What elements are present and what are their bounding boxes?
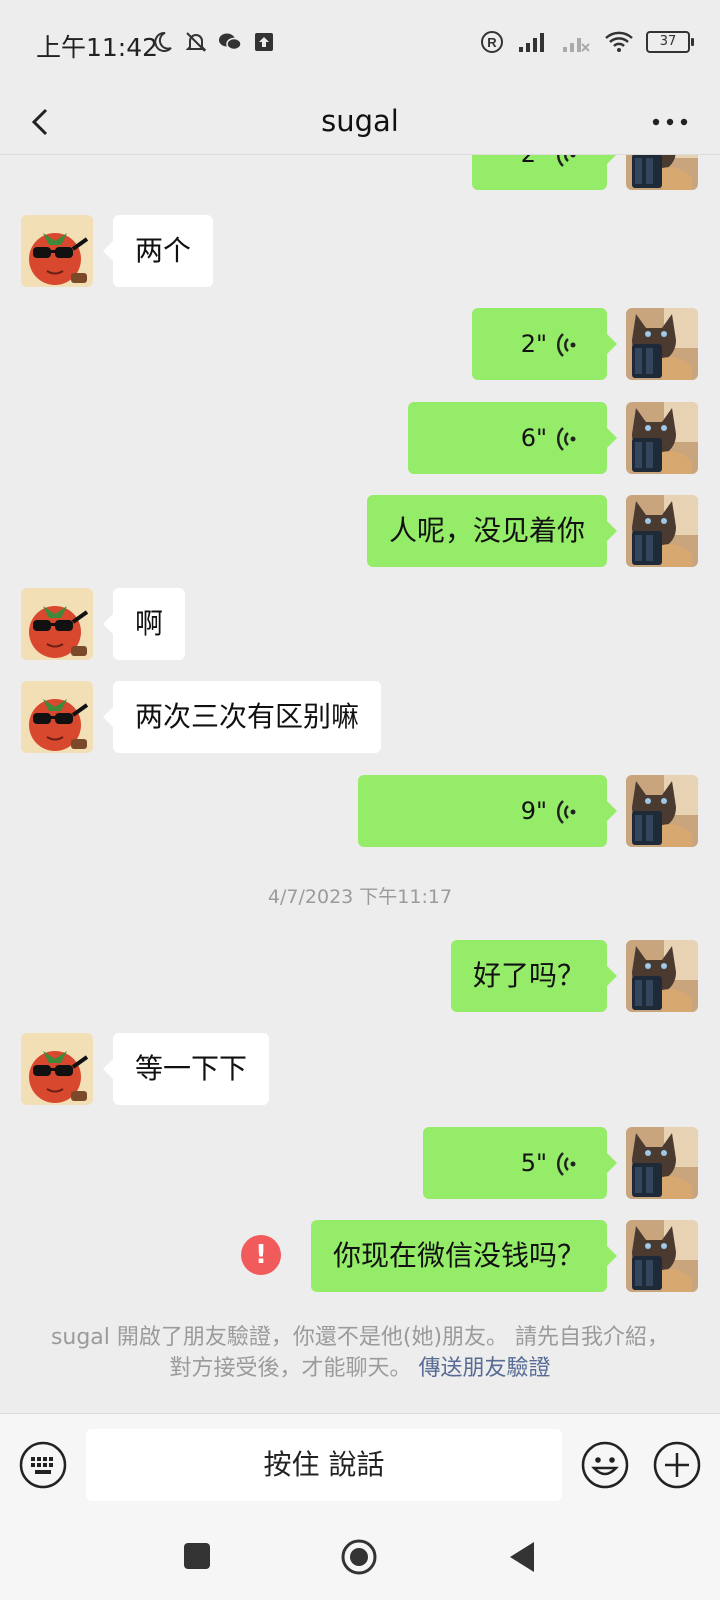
signal-icon <box>519 33 544 52</box>
text-bubble-incoming[interactable]: 两个 <box>102 215 214 287</box>
signal-icon <box>563 38 590 52</box>
voice-duration: 9" <box>520 797 547 825</box>
wifi-icon <box>605 31 633 52</box>
voice-bubble[interactable]: 9" <box>358 775 617 847</box>
my-avatar[interactable] <box>626 308 698 380</box>
mute-icon <box>185 32 207 52</box>
text-bubble-outgoing[interactable]: 人呢，没见着你 <box>366 495 618 567</box>
voice-bubble[interactable]: 5" <box>423 1127 617 1199</box>
voice-bubble[interactable]: 6" <box>408 402 617 474</box>
voice-duration: 2" <box>521 155 547 168</box>
hold-to-talk-button[interactable]: 按住 說話 <box>86 1429 562 1501</box>
voice-wave-icon <box>556 1152 576 1176</box>
contact-avatar[interactable] <box>21 215 93 287</box>
voice-wave-icon <box>556 333 576 357</box>
battery-icon: 37 <box>646 31 694 53</box>
notice-text: sugal 開啟了朋友驗證，你還不是他(她)朋友。 請先自我介紹，對方接受後，才… <box>50 1325 670 1381</box>
chat-header: sugal <box>0 90 720 155</box>
my-avatar[interactable] <box>626 155 698 190</box>
voice-duration: 2" <box>520 330 547 358</box>
contact-avatar[interactable] <box>21 1033 93 1105</box>
svg-text:R: R <box>487 35 497 50</box>
voice-duration: 6" <box>520 424 547 452</box>
text-bubble-outgoing[interactable]: 你现在微信没钱吗？ <box>310 1220 618 1292</box>
my-avatar[interactable] <box>626 1220 698 1292</box>
status-icons-left <box>150 30 276 54</box>
upload-icon <box>255 33 273 51</box>
home-button[interactable] <box>340 1538 378 1576</box>
my-avatar[interactable] <box>626 1127 698 1199</box>
send-failed-icon[interactable]: ! <box>241 1235 281 1275</box>
registered-icon: R <box>481 31 503 53</box>
my-avatar[interactable] <box>626 775 698 847</box>
contact-avatar[interactable] <box>21 588 93 660</box>
text-bubble-incoming[interactable]: 啊 <box>102 588 186 660</box>
send-verification-link[interactable]: 傳送朋友驗證 <box>419 1356 551 1381</box>
input-bar: 按住 說話 <box>0 1413 720 1525</box>
friend-verification-notice: sugal 開啟了朋友驗證，你還不是他(她)朋友。 請先自我介紹，對方接受後，才… <box>50 1322 670 1384</box>
my-avatar[interactable] <box>626 940 698 1012</box>
text-bubble-outgoing[interactable]: 好了吗？ <box>450 940 618 1012</box>
plus-icon[interactable] <box>652 1440 702 1490</box>
more-button[interactable] <box>648 106 692 138</box>
voice-wave-icon <box>556 155 576 167</box>
partial-row: 2" <box>0 155 720 195</box>
wechat-icon <box>219 33 242 51</box>
my-avatar[interactable] <box>626 402 698 474</box>
moon-icon <box>154 31 172 52</box>
status-bar: 上午11:42 R 37 <box>0 0 720 90</box>
text-bubble-incoming[interactable]: 两次三次有区别嘛 <box>102 681 382 753</box>
recent-apps-button[interactable] <box>182 1541 212 1571</box>
emoji-icon[interactable] <box>580 1440 630 1490</box>
voice-wave-icon <box>556 427 576 451</box>
contact-avatar[interactable] <box>21 681 93 753</box>
message-timestamp: 4/7/2023 下午11:17 <box>267 886 453 908</box>
status-icons-right: R 37 <box>480 30 694 54</box>
my-avatar[interactable] <box>626 495 698 567</box>
voice-bubble[interactable]: 2" <box>472 308 617 380</box>
chat-title: sugal <box>321 104 399 138</box>
voice-wave-icon <box>556 800 576 824</box>
text-bubble-incoming[interactable]: 等一下下 <box>102 1033 270 1105</box>
back-nav-button[interactable] <box>506 1540 538 1574</box>
voice-duration: 5" <box>520 1149 547 1177</box>
voice-bubble[interactable]: 2" <box>472 155 617 190</box>
keyboard-icon[interactable] <box>18 1440 68 1490</box>
status-time: 上午11:42 <box>36 33 159 62</box>
